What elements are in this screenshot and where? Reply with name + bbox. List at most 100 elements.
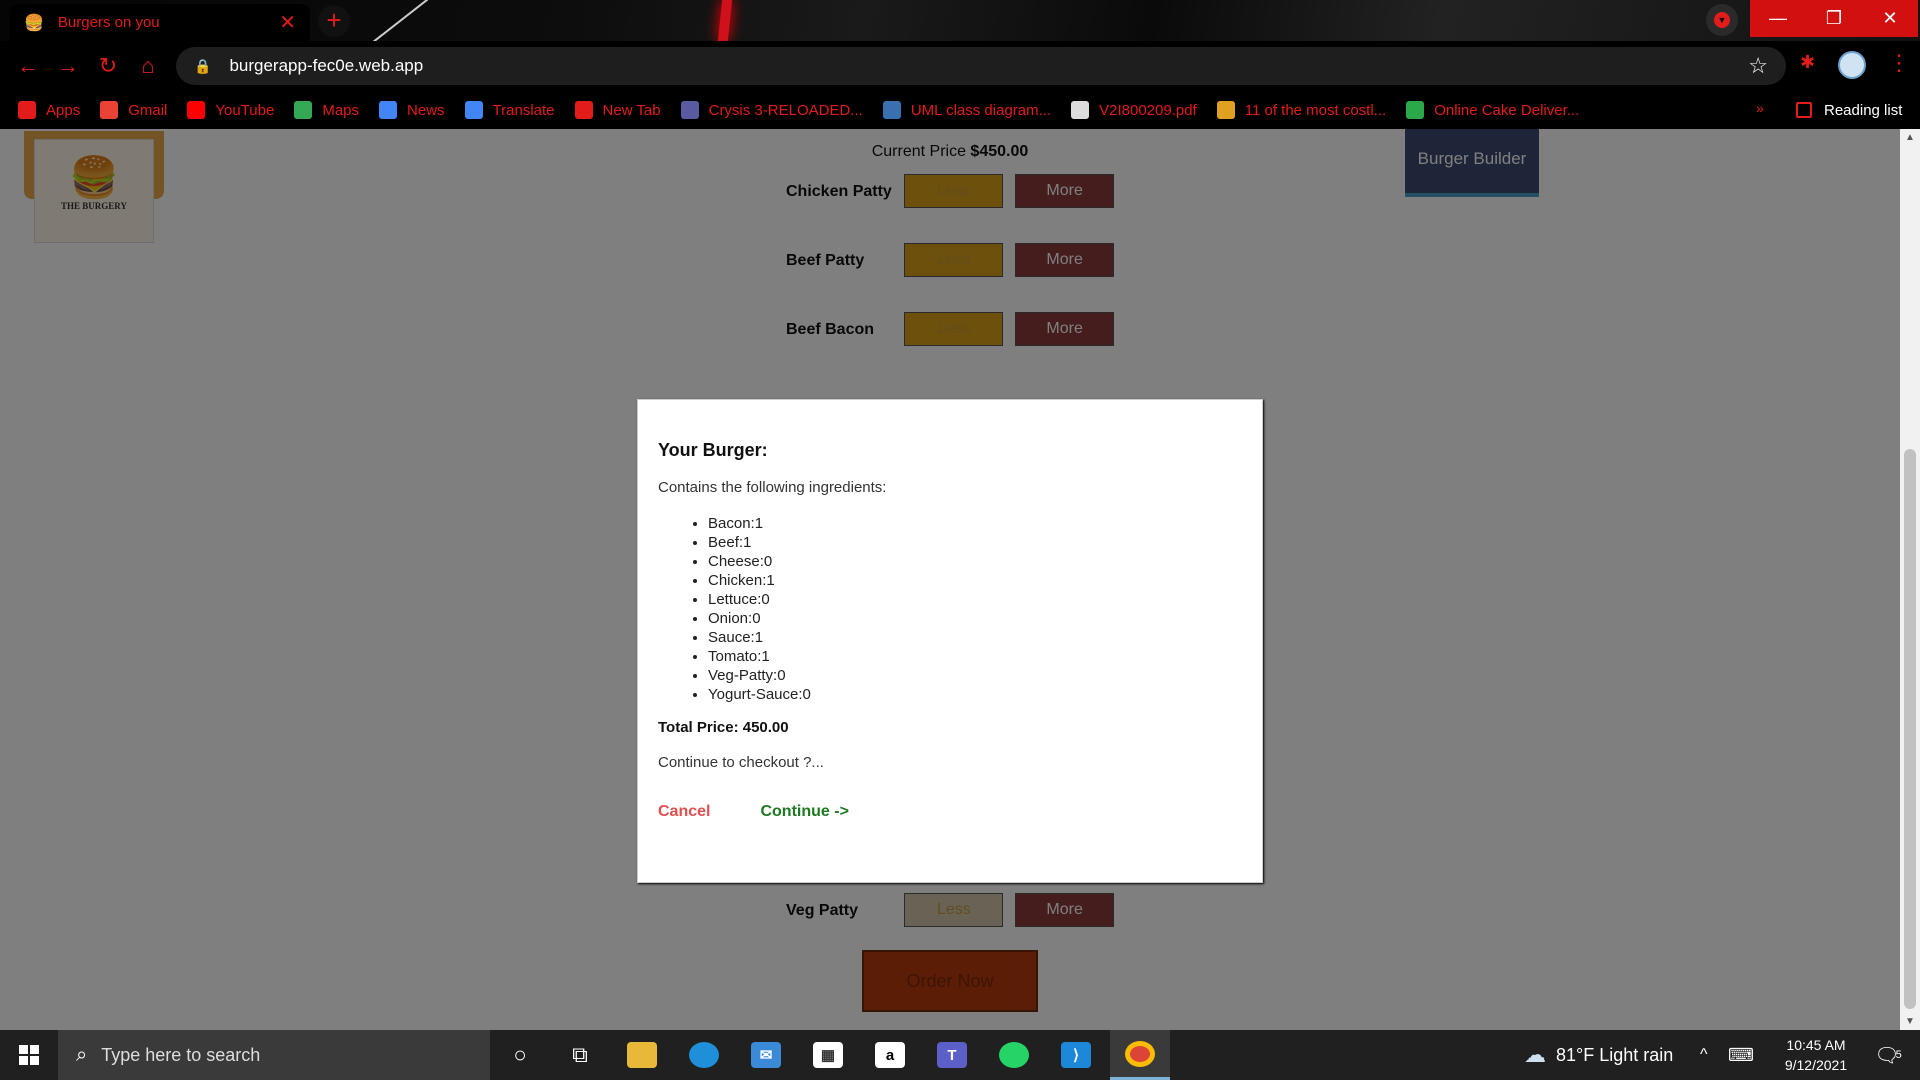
weather-text: 81°F Light rain [1556, 1044, 1674, 1065]
list-item: Lettuce:0 [708, 590, 1242, 609]
notification-count: 5 [1895, 1049, 1902, 1061]
address-bar[interactable]: 🔒 burgerapp-fec0e.web.app ☆ [176, 47, 1786, 85]
bookmark-label: UML class diagram... [910, 101, 1052, 119]
profile-avatar[interactable] [1838, 51, 1866, 79]
amazon-icon[interactable]: a [860, 1030, 920, 1080]
file-explorer-icon[interactable] [612, 1030, 672, 1080]
vscode-icon[interactable]: ⟩ [1046, 1030, 1106, 1080]
site-icon [1216, 101, 1235, 119]
apps-grid-icon [18, 101, 36, 119]
page-viewport: 🍔 THE BURGERY Current Price $450.00 Burg… [0, 129, 1920, 1030]
taskbar-search[interactable]: ⌕ Type here to search [58, 1030, 490, 1080]
bookmark-label: News [407, 101, 445, 119]
bookmark-item[interactable]: News [379, 101, 445, 119]
bookmark-item[interactable]: Apps [18, 101, 80, 119]
keyboard-icon[interactable]: ⌨ [1728, 1030, 1754, 1080]
wallpaper-streak [717, 0, 733, 41]
close-tab-icon[interactable]: ✕ [279, 10, 296, 35]
bookmark-item[interactable]: New Tab [574, 101, 661, 119]
minimize-button[interactable]: — [1750, 0, 1806, 37]
scroll-thumb[interactable] [1904, 449, 1916, 1009]
clock-time: 10:45 AM [1786, 1037, 1846, 1053]
bookmark-item[interactable]: UML class diagram... [882, 101, 1052, 119]
search-icon: ⌕ [76, 1043, 88, 1066]
reading-list-icon [1796, 102, 1812, 118]
record-extension-button[interactable]: ▼ [1706, 4, 1738, 36]
chrome-icon[interactable] [1110, 1030, 1170, 1080]
browser-toolbar: ← → ↻ ⌂ 🔒 burgerapp-fec0e.web.app ☆ [0, 41, 1920, 91]
page-scrollbar[interactable]: ▲ ▼ [1900, 129, 1920, 1030]
reading-list-label: Reading list [1824, 101, 1903, 119]
modal-actions: Cancel Continue -> [658, 803, 1242, 821]
site-icon [680, 101, 699, 119]
bookmark-item[interactable]: Translate [464, 101, 555, 119]
lock-icon[interactable]: 🔒 [194, 58, 211, 75]
list-item: Sauce:1 [708, 628, 1242, 647]
restore-button[interactable]: ❐ [1806, 0, 1862, 37]
checkout-prompt: Continue to checkout ?... [658, 754, 824, 771]
windows-logo-icon [19, 1045, 39, 1065]
burger-favicon-icon: 🍔 [24, 14, 44, 32]
bookmark-label: Gmail [128, 101, 168, 119]
teams-icon[interactable]: T [922, 1030, 982, 1080]
close-window-button[interactable]: ✕ [1862, 0, 1918, 37]
start-button[interactable] [0, 1030, 58, 1080]
weather-widget[interactable]: ☁ 81°F Light rain [1524, 1030, 1673, 1080]
url-text[interactable]: burgerapp-fec0e.web.app [229, 56, 423, 76]
list-item: Bacon:1 [708, 514, 1242, 533]
ingredient-list: Bacon:1 Beef:1 Cheese:0 Chicken:1 Lettuc… [708, 514, 1242, 704]
bookmark-item[interactable]: 11 of the most costl... [1216, 101, 1386, 119]
mail-icon[interactable]: ✉ [736, 1030, 796, 1080]
clock-date: 9/12/2021 [1784, 1057, 1848, 1073]
youtube-icon [187, 101, 206, 119]
cancel-button[interactable]: Cancel [658, 803, 710, 821]
bookmark-item[interactable]: Crysis 3-RELOADED... [680, 101, 863, 119]
clock[interactable]: 10:45 AM 9/12/2021 [1768, 1030, 1864, 1080]
back-icon[interactable]: ← [14, 52, 42, 80]
bookmark-label: Crysis 3-RELOADED... [708, 101, 863, 119]
scroll-up-icon[interactable]: ▲ [1900, 129, 1920, 146]
bookmark-label: YouTube [215, 101, 275, 119]
tray-overflow-icon[interactable]: ^ [1700, 1030, 1708, 1080]
bookmark-item[interactable]: Online Cake Deliver... [1406, 101, 1579, 119]
reading-list-button[interactable]: Reading list [1796, 91, 1902, 129]
bookmark-item[interactable]: YouTube [187, 101, 274, 119]
home-icon[interactable]: ⌂ [134, 52, 162, 80]
bookmark-item[interactable]: Gmail [100, 101, 167, 119]
site-icon [882, 101, 901, 119]
extensions-icon[interactable]: ✱ [1800, 52, 1815, 73]
scroll-down-icon[interactable]: ▼ [1900, 1013, 1920, 1030]
reload-icon[interactable]: ↻ [94, 52, 122, 80]
bookmark-star-icon[interactable]: ☆ [1748, 53, 1768, 79]
bookmark-item[interactable]: V2I800209.pdf [1071, 101, 1197, 119]
taskbar: ⌕ Type here to search ○ ⧉ ✉ ▦ a T ⟩ ☁ 81… [0, 1030, 1920, 1080]
bookmark-label: V2I800209.pdf [1099, 101, 1197, 119]
forward-icon[interactable]: → [54, 52, 82, 80]
menu-kebab-icon[interactable]: ⋮ [1888, 50, 1910, 76]
modal-title: Your Burger: [658, 440, 768, 460]
continue-button[interactable]: Continue -> [760, 803, 848, 821]
bookmark-label: Maps [322, 101, 360, 119]
news-icon [379, 101, 398, 119]
bookmarks-overflow-icon[interactable]: » [1756, 100, 1764, 116]
notifications-button[interactable]: 🗨 5 [1868, 1030, 1908, 1080]
gmail-icon [100, 101, 119, 119]
site-icon [1406, 101, 1425, 119]
total-price: Total Price: 450.00 [658, 719, 789, 736]
wallpaper-slash [371, 0, 429, 44]
edge-icon[interactable] [674, 1030, 734, 1080]
cortana-icon[interactable]: ○ [490, 1030, 550, 1080]
whatsapp-icon[interactable] [984, 1030, 1044, 1080]
browser-tab[interactable]: 🍔 Burgers on you ✕ [10, 4, 310, 41]
task-view-icon[interactable]: ⧉ [550, 1030, 610, 1080]
bookmark-item[interactable]: Maps [294, 101, 359, 119]
maps-icon [294, 101, 313, 119]
new-tab-button[interactable]: + [318, 5, 350, 37]
bookmark-label: New Tab [602, 101, 661, 119]
list-item: Tomato:1 [708, 647, 1242, 666]
list-item: Beef:1 [708, 533, 1242, 552]
list-item: Yogurt-Sauce:0 [708, 685, 1242, 704]
tab-title: Burgers on you [57, 14, 160, 31]
search-placeholder: Type here to search [101, 1044, 261, 1065]
store-icon[interactable]: ▦ [798, 1030, 858, 1080]
